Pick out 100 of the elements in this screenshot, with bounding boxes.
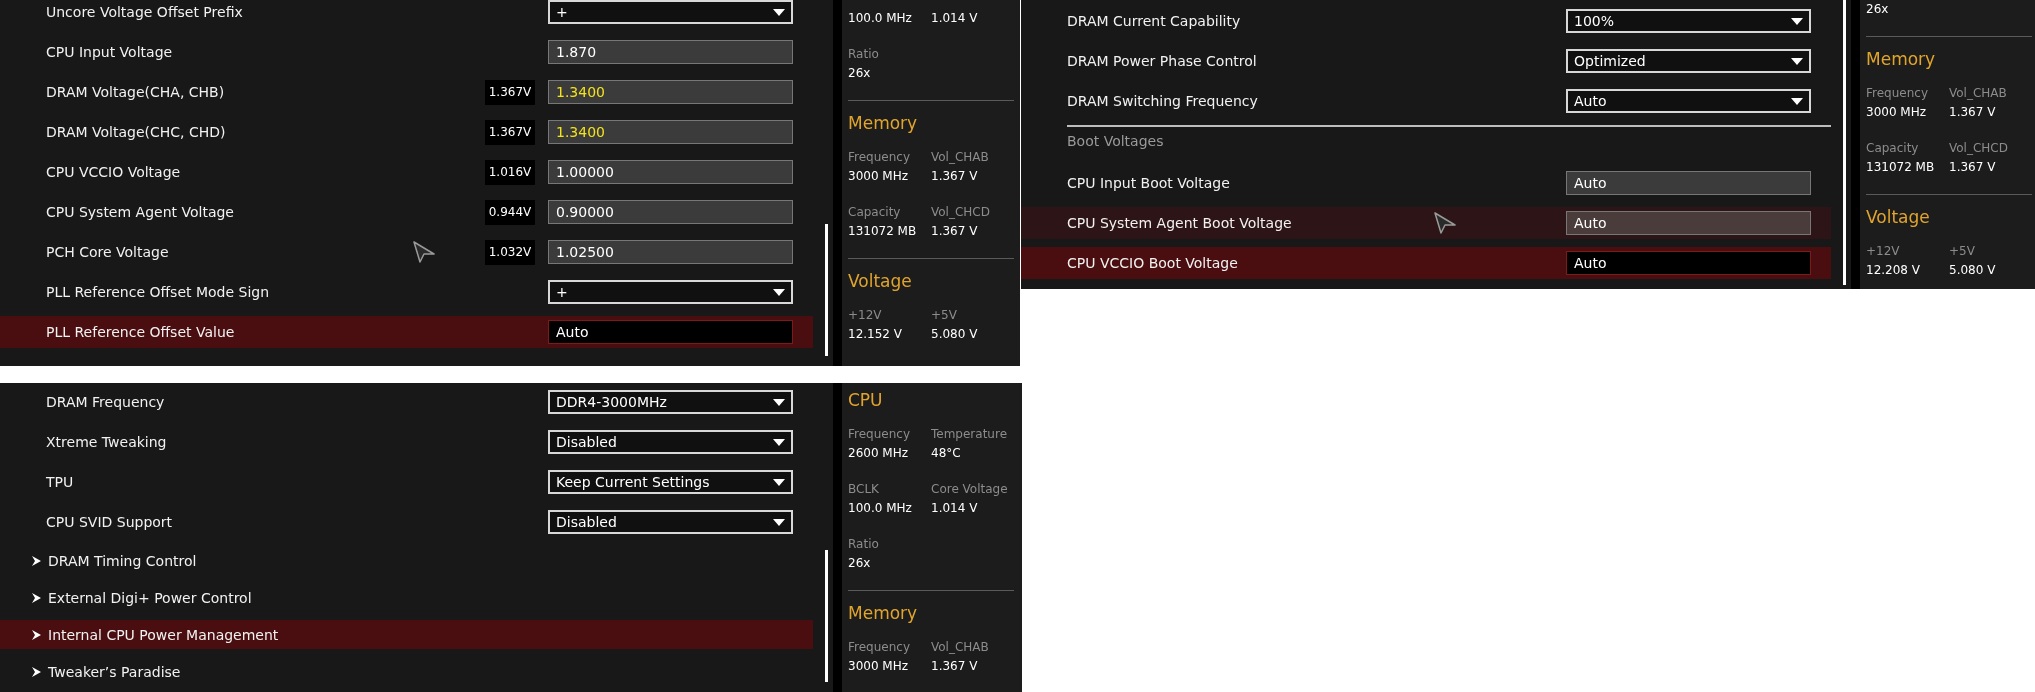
stat-label: Frequency	[1866, 85, 1929, 102]
input-field[interactable]: 1.3400	[548, 80, 793, 104]
dropdown[interactable]: Optimized	[1566, 49, 1811, 73]
dropdown-value: Keep Current Settings	[556, 474, 710, 490]
stat-value: 1.367 V	[931, 658, 979, 675]
stat-value: 48°C	[931, 445, 962, 462]
voltage-reading: 1.367V	[485, 119, 535, 145]
stat-value: 3000 MHz	[848, 168, 910, 185]
stat-value: 26x	[848, 65, 872, 82]
stat-value: 26x	[1866, 1, 1890, 18]
section-heading: Boot Voltages	[1067, 125, 1831, 155]
setting-label: DRAM Switching Frequency	[1067, 93, 1259, 109]
stat-label: Vol_CHCD	[1949, 140, 2009, 157]
stat-value: 131072 MB	[848, 223, 918, 240]
dropdown-value: Disabled	[556, 514, 617, 530]
voltage-reading: 1.016V	[485, 159, 535, 185]
menu-item[interactable]: DRAM Timing Control	[48, 552, 793, 569]
input-field[interactable]: 0.90000	[548, 200, 793, 224]
stat-label: Frequency	[848, 639, 911, 656]
stat-value: 100.0 MHz	[848, 500, 913, 517]
stat-value: 1.367 V	[1949, 104, 1997, 121]
dropdown[interactable]: Auto	[1566, 89, 1811, 113]
dropdown-value: +	[556, 284, 568, 300]
input-field[interactable]: Auto	[1566, 251, 1811, 275]
stat-value: 26x	[848, 555, 872, 572]
scrollbar[interactable]	[825, 224, 828, 356]
stat-value: 1.367 V	[931, 168, 979, 185]
voltage-reading: 1.367V	[485, 79, 535, 105]
stat-value: 100.0 MHz	[848, 10, 913, 27]
stat-value: 1.367 V	[1949, 159, 1997, 176]
setting-label: DRAM Voltage(CHC, CHD)	[46, 124, 227, 140]
stat-label: Vol_CHAB	[1949, 85, 2008, 102]
setting-row[interactable]: CPU VCCIO Boot Voltage Auto	[1021, 247, 1831, 279]
menu-item[interactable]: Internal CPU Power Management	[0, 620, 813, 649]
dropdown[interactable]: Keep Current Settings	[548, 470, 793, 494]
setting-label: CPU Input Boot Voltage	[1067, 175, 1231, 191]
input-field[interactable]: Auto	[1566, 171, 1811, 195]
stat-label: Frequency	[848, 426, 911, 443]
stat-label: Ratio	[848, 46, 880, 63]
caret-icon	[1791, 97, 1803, 105]
stat-label: BCLK	[848, 481, 880, 498]
stat-label: +5V	[1949, 243, 1976, 260]
stat-value: 5.080 V	[1949, 262, 1997, 279]
section-title: Memory	[848, 602, 919, 625]
chevron-icon	[32, 666, 41, 677]
dropdown-value: Optimized	[1574, 53, 1646, 69]
dropdown[interactable]: +	[548, 280, 793, 304]
scrollbar[interactable]	[825, 550, 828, 682]
dropdown[interactable]: DDR4-3000MHz	[548, 390, 793, 414]
stat-label: Capacity	[1866, 140, 1920, 157]
dropdown-value: Disabled	[556, 434, 617, 450]
setting-label: Xtreme Tweaking	[46, 434, 168, 450]
section-title: Voltage	[848, 270, 913, 293]
input-field[interactable]: Auto	[548, 320, 793, 344]
stat-label: Temperature	[931, 426, 1008, 443]
setting-label: CPU VCCIO Voltage	[46, 164, 182, 180]
setting-label: CPU System Agent Voltage	[46, 204, 235, 220]
stat-label: +12V	[848, 307, 883, 324]
caret-icon	[773, 478, 785, 486]
voltage-reading: 0.944V	[485, 199, 535, 225]
chevron-icon	[32, 555, 41, 566]
stat-label: Vol_CHAB	[931, 639, 990, 656]
input-field[interactable]: Auto	[1566, 211, 1811, 235]
stat-value: 1.014 V	[931, 10, 979, 27]
input-field[interactable]: 1.00000	[548, 160, 793, 184]
setting-row[interactable]: CPU System Agent Boot Voltage Auto	[1021, 207, 1831, 239]
chevron-icon	[32, 629, 41, 640]
setting-label: CPU SVID Support	[46, 514, 174, 530]
voltage-reading: 1.032V	[485, 239, 535, 265]
setting-label: PLL Reference Offset Mode Sign	[46, 284, 271, 300]
dropdown[interactable]: Disabled	[548, 510, 793, 534]
stat-value: 3000 MHz	[1866, 104, 1928, 121]
dropdown[interactable]: Disabled	[548, 430, 793, 454]
menu-item[interactable]: External Digi+ Power Control	[48, 589, 793, 606]
dropdown[interactable]: 100%	[1566, 9, 1811, 33]
setting-label: Uncore Voltage Offset Prefix	[46, 4, 244, 20]
input-field[interactable]: 1.3400	[548, 120, 793, 144]
stat-label: Ratio	[848, 536, 880, 553]
setting-row[interactable]: PLL Reference Offset Value Auto	[0, 316, 813, 348]
setting-label: CPU Input Voltage	[46, 44, 174, 60]
dropdown[interactable]: +	[548, 0, 793, 24]
setting-label: CPU System Agent Boot Voltage	[1067, 215, 1293, 231]
setting-label: DRAM Current Capability	[1067, 13, 1242, 29]
scrollbar[interactable]	[1843, 0, 1846, 285]
caret-icon	[773, 288, 785, 296]
stat-value: 12.152 V	[848, 326, 903, 343]
input-field[interactable]: 1.02500	[548, 240, 793, 264]
caret-icon	[773, 8, 785, 16]
section-title: Memory	[1866, 48, 1937, 71]
setting-label: PLL Reference Offset Value	[46, 324, 236, 340]
stat-label: Frequency	[848, 149, 911, 166]
stat-value: 1.014 V	[931, 500, 979, 517]
input-field[interactable]: 1.870	[548, 40, 793, 64]
caret-icon	[1791, 57, 1803, 65]
caret-icon	[773, 398, 785, 406]
menu-item[interactable]: Tweaker’s Paradise	[48, 663, 793, 680]
stat-value: 1.367 V	[931, 223, 979, 240]
setting-label: CPU VCCIO Boot Voltage	[1067, 255, 1239, 271]
menu-item-label: Internal CPU Power Management	[48, 626, 280, 643]
setting-label: DRAM Voltage(CHA, CHB)	[46, 84, 226, 100]
